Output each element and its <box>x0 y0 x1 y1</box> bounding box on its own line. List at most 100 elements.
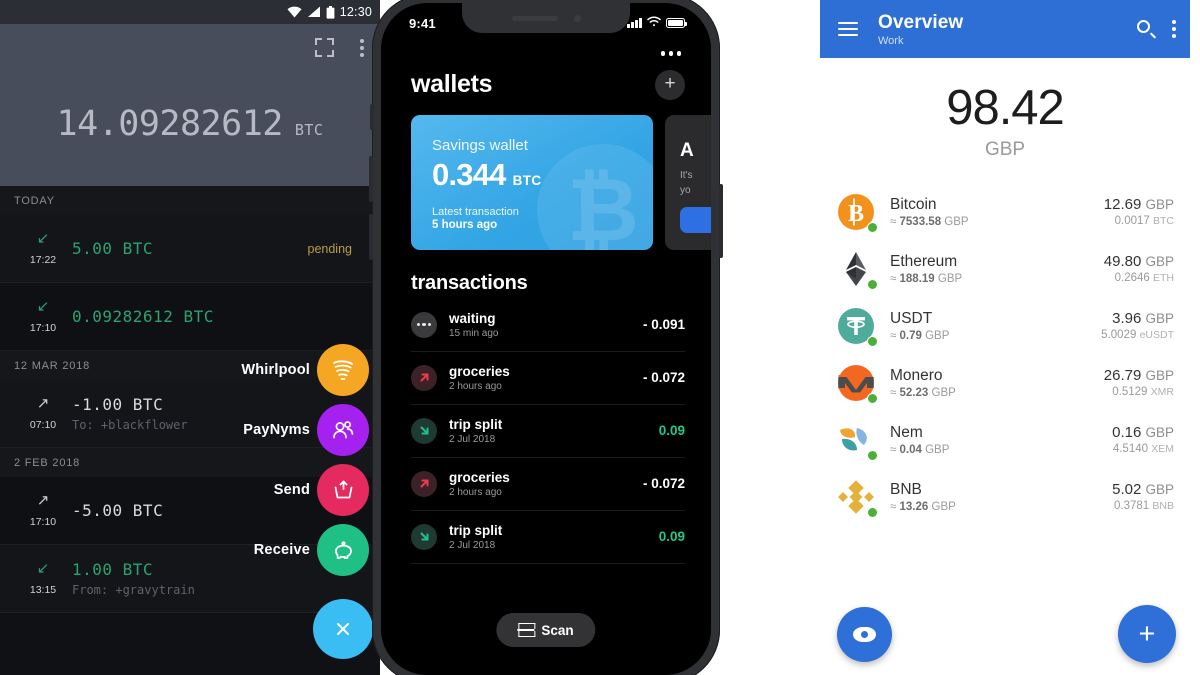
arrow-in-icon: ↙ <box>36 560 50 577</box>
list-item[interactable]: groceries 2 hours ago - 0.072 <box>411 458 685 511</box>
transaction-list[interactable]: waiting 15 min ago - 0.091 groceries 2 h… <box>381 295 711 564</box>
coin-fiat-value: 49.80 <box>1103 253 1142 270</box>
wallet-card-savings[interactable]: ₿ Savings wallet 0.344 BTC Latest transa… <box>411 114 653 250</box>
status-bar-clock: 12:30 <box>339 5 372 19</box>
android-status-bar: 12:30 <box>0 0 380 24</box>
coin-fiat-currency: GBP <box>1145 368 1174 383</box>
tx-time: 17:22 <box>29 254 57 266</box>
tx-amount: - 0.072 <box>642 370 685 385</box>
list-item[interactable]: waiting 15 min ago - 0.091 <box>411 299 685 352</box>
earpiece-speaker <box>511 15 558 21</box>
list-item[interactable]: Nem ≈ 0.04 GBP 0.16 GBP 4.5140 XEM <box>836 411 1174 468</box>
wifi-icon <box>647 14 661 32</box>
tx-amount: -5.00 BTC <box>72 501 164 520</box>
silent-switch[interactable] <box>370 104 374 130</box>
close-icon[interactable] <box>313 599 373 659</box>
coin-fiat-currency: GBP <box>1145 311 1174 326</box>
tx-time: 17:10 <box>29 322 57 334</box>
tx-amount: 0.09 <box>658 529 685 544</box>
list-item[interactable]: trip split 2 Jul 2018 0.09 <box>411 511 685 564</box>
pending-dots-icon <box>411 311 437 338</box>
coin-fiat-value: 3.96 <box>1112 310 1142 327</box>
coin-rate: 0.04 <box>899 443 922 456</box>
speed-dial-label: PayNyms <box>243 422 310 438</box>
more-horizontal-icon[interactable] <box>381 43 711 56</box>
list-item[interactable]: Monero ≈ 52.23 GBP 26.79 GBP 0.5129 XMR <box>836 354 1174 411</box>
status-badge: pending <box>307 241 353 256</box>
list-item[interactable]: B Bitcoin ≈ 7533.58 GBP 12.69 GBP 0.0017… <box>836 183 1174 240</box>
search-icon[interactable] <box>1137 19 1156 39</box>
battery-icon <box>666 18 687 28</box>
middle-phone-panel: 9:41 wallets + ₿ Savings wallet 0.344 BT… <box>369 0 820 675</box>
list-item[interactable]: trip split 2 Jul 2018 0.09 <box>411 405 685 458</box>
date-label: 2 FEB 2018 <box>14 456 81 469</box>
speed-dial-label: Receive <box>253 542 310 558</box>
coin-name: Ethereum <box>890 252 958 270</box>
page-subtitle: Work <box>878 34 904 47</box>
tx-meta: ↗ 07:10 <box>14 396 72 431</box>
date-label: TODAY <box>14 194 55 207</box>
coin-fiat-value: 26.79 <box>1103 367 1142 384</box>
volume-up-button[interactable] <box>369 156 373 202</box>
coin-fiat-currency: GBP <box>1145 482 1174 497</box>
status-badge <box>867 221 878 233</box>
table-row[interactable]: ↙ 17:22 5.00 BTC pending <box>0 215 380 283</box>
coin-fiat-value: 0.16 <box>1112 424 1142 441</box>
status-badge <box>867 449 878 461</box>
list-item[interactable]: groceries 2 hours ago - 0.072 <box>411 352 685 405</box>
power-button[interactable] <box>719 184 723 258</box>
total-currency: GBP <box>984 139 1026 160</box>
tx-meta: ↗ 17:10 <box>14 493 72 528</box>
wifi-icon <box>287 6 302 18</box>
screenshot-stage: 12:30 14.09282612 BTC TODAY ↙ 17:22 5.00… <box>0 0 1200 675</box>
watch-address-button[interactable] <box>837 607 892 662</box>
status-badge <box>867 278 878 290</box>
tx-time: 17:10 <box>29 516 57 528</box>
wallet-unit: BTC <box>512 172 542 188</box>
tx-name: waiting <box>449 310 496 326</box>
arrow-in-icon: ↙ <box>36 230 50 247</box>
whirlpool-icon[interactable] <box>317 344 369 396</box>
tx-meta: ↙ 17:10 <box>14 299 72 334</box>
more-vertical-icon[interactable] <box>1172 20 1176 38</box>
coin-rate-currency: GBP <box>944 215 969 228</box>
coin-quantity: 0.2646 <box>1114 272 1150 284</box>
coin-symbol: XMR <box>1150 386 1174 398</box>
coin-quantity: 4.5140 <box>1112 443 1149 455</box>
coin-rate: 188.19 <box>899 272 935 285</box>
arrow-in-icon <box>411 417 437 444</box>
coin-symbol: ETH <box>1153 272 1174 284</box>
more-vertical-icon[interactable] <box>360 38 364 57</box>
piggy-bank-icon[interactable] <box>317 524 369 576</box>
iphone-device-frame: 9:41 wallets + ₿ Savings wallet 0.344 BT… <box>369 0 723 675</box>
table-row[interactable]: ↙ 17:10 0.09282612 BTC <box>0 283 380 351</box>
people-icon[interactable] <box>317 404 369 456</box>
notch <box>462 3 630 33</box>
balance-amount: 14.09282612 <box>56 104 284 144</box>
tx-name: groceries <box>449 363 510 379</box>
add-account-button[interactable]: + <box>1118 605 1176 663</box>
page-title: Overview <box>878 11 964 33</box>
scan-button[interactable]: Scan <box>496 613 596 647</box>
date-header-today: TODAY <box>0 186 380 215</box>
list-item[interactable]: BNB ≈ 13.26 GBP 5.02 GBP 0.3781 BNB <box>836 468 1174 525</box>
coin-quantity: 0.5129 <box>1112 386 1148 398</box>
coin-quantity: 0.3781 <box>1114 500 1150 512</box>
list-item[interactable]: USDT ≈ 0.79 GBP 3.96 GBP 5.0029 eUSDT <box>836 297 1174 354</box>
hamburger-menu-icon[interactable] <box>838 21 858 37</box>
coin-list[interactable]: B Bitcoin ≈ 7533.58 GBP 12.69 GBP 0.0017… <box>820 161 1190 525</box>
plus-icon: + <box>1138 617 1156 650</box>
send-icon[interactable] <box>317 464 369 516</box>
wallet-card-promo[interactable]: A It's yo <box>665 114 711 250</box>
tx-amount: 5.00 BTC <box>72 239 154 258</box>
list-item[interactable]: Ethereum ≈ 188.19 GBP 49.80 GBP 0.2646 E… <box>836 240 1174 297</box>
fullscreen-icon[interactable] <box>315 38 334 57</box>
wallet-cards-carousel[interactable]: ₿ Savings wallet 0.344 BTC Latest transa… <box>381 100 711 250</box>
tx-meta: ↙ 13:15 <box>14 561 72 596</box>
volume-down-button[interactable] <box>369 214 373 260</box>
add-wallet-button[interactable]: + <box>655 69 685 100</box>
promo-line-1: It's <box>680 169 693 181</box>
arrow-in-icon: ↙ <box>36 298 50 315</box>
coin-fiat-value: 12.69 <box>1103 196 1142 213</box>
promo-cta-button[interactable] <box>680 206 711 233</box>
